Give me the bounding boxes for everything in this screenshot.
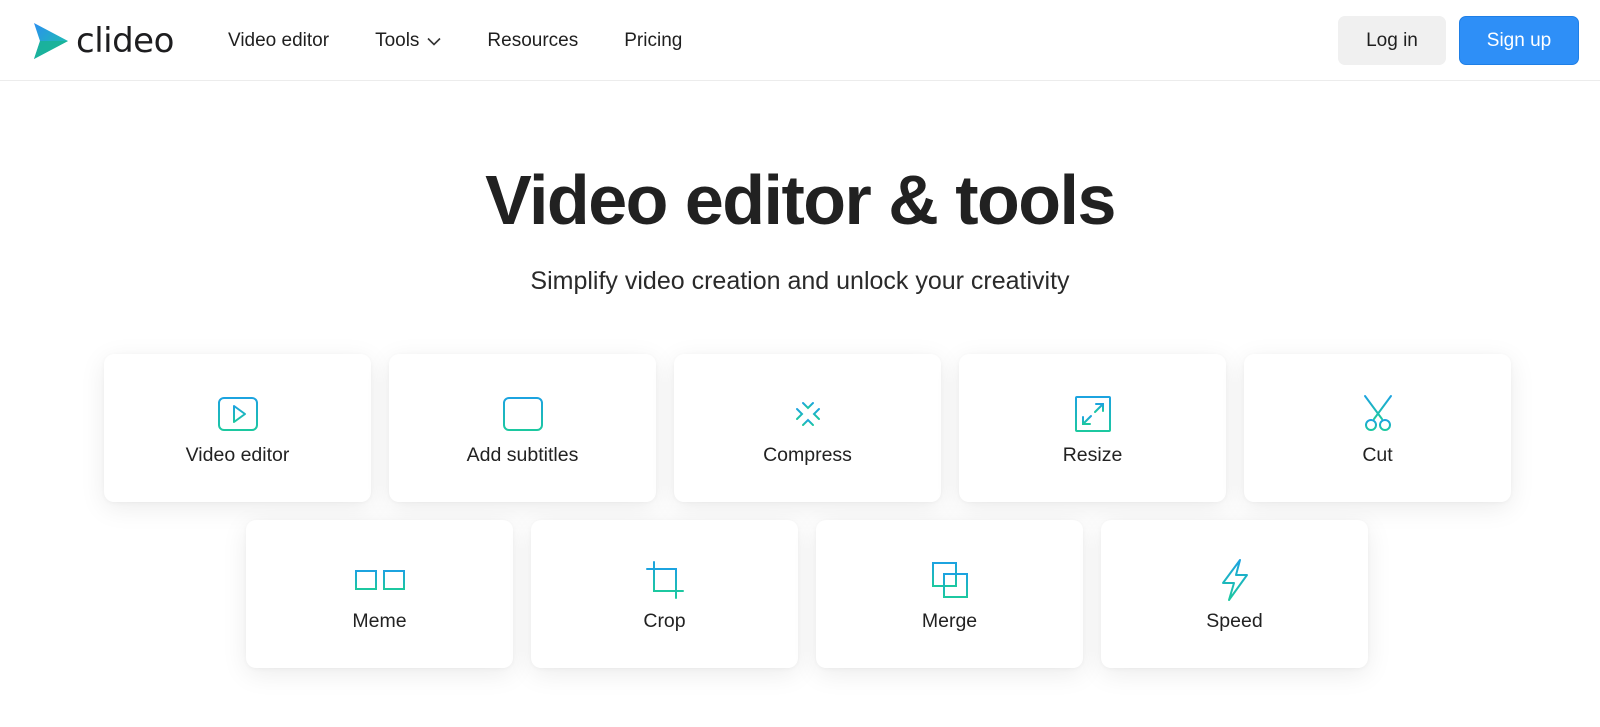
tool-card-resize[interactable]: Resize (959, 354, 1226, 502)
tool-label: Crop (643, 610, 686, 632)
tool-card-speed[interactable]: Speed (1101, 520, 1368, 668)
nav-item-tools[interactable]: Tools (375, 30, 441, 52)
brand-name: clideo (76, 21, 174, 61)
tool-label: Resize (1062, 444, 1123, 466)
tool-card-cut[interactable]: Cut (1244, 354, 1511, 502)
logo-link[interactable]: clideo (32, 20, 174, 62)
login-button[interactable]: Log in (1338, 16, 1446, 65)
compress-icon (786, 393, 829, 435)
nav-item-pricing[interactable]: Pricing (624, 30, 682, 52)
tool-card-crop[interactable]: Crop (531, 520, 798, 668)
page-title: Video editor & tools (485, 161, 1116, 239)
tool-card-meme[interactable]: Meme (246, 520, 513, 668)
crop-icon (645, 561, 684, 599)
lightning-icon (1221, 559, 1248, 601)
tool-card-add-subtitles[interactable]: Add subtitles (389, 354, 656, 502)
tool-card-video-editor[interactable]: Video editor (104, 354, 371, 502)
chevron-down-icon (427, 37, 441, 46)
tool-card-merge[interactable]: Merge (816, 520, 1083, 668)
scissors-icon (1363, 395, 1392, 431)
site-header: clideo Video editor Tools Resources Pric… (0, 0, 1600, 81)
merge-icon (931, 562, 968, 598)
subtitles-icon (502, 397, 543, 431)
tool-label: Cut (1362, 444, 1393, 466)
nav-item-video-editor[interactable]: Video editor (228, 30, 329, 52)
clideo-logo-icon (34, 23, 68, 59)
tool-label: Meme (352, 610, 407, 632)
nav-item-resources[interactable]: Resources (487, 30, 578, 52)
signup-button[interactable]: Sign up (1459, 16, 1579, 65)
tool-label: Compress (763, 444, 852, 466)
main-nav: Video editor Tools Resources Pricing (228, 26, 728, 56)
play-icon (217, 397, 258, 431)
tool-card-compress[interactable]: Compress (674, 354, 941, 502)
nav-item-tools-label: Tools (375, 30, 420, 51)
tool-label: Add subtitles (466, 444, 579, 466)
page-subtitle: Simplify video creation and unlock your … (530, 267, 1070, 295)
tool-label: Video editor (185, 444, 290, 466)
tool-label: Merge (921, 610, 978, 632)
resize-icon (1074, 396, 1111, 432)
tool-label: Speed (1206, 610, 1263, 632)
meme-icon (349, 570, 410, 590)
